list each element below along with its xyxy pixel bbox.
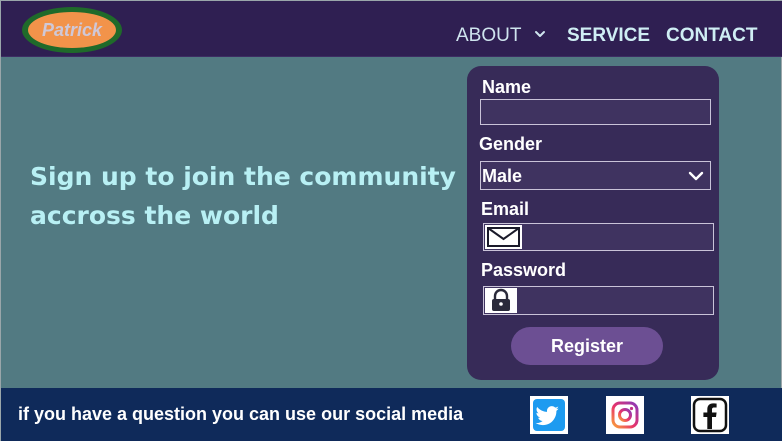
gender-selected-value: Male — [482, 166, 523, 186]
envelope-icon — [485, 225, 522, 249]
password-label: Password — [481, 260, 567, 280]
chevron-down-icon — [688, 171, 704, 181]
lock-icon — [485, 288, 517, 313]
logo-text: Patrick — [41, 20, 103, 40]
name-label: Name — [482, 77, 532, 97]
nav-contact-link[interactable]: CONTACT — [666, 25, 757, 47]
hero-line-2: accross the world — [30, 201, 279, 230]
instagram-icon[interactable] — [606, 396, 644, 434]
nav-service-link[interactable]: SERVICE — [567, 25, 650, 47]
nav-about-link[interactable]: ABOUT — [456, 25, 521, 47]
logo[interactable]: Patrick — [22, 7, 122, 53]
gender-label: Gender — [479, 134, 543, 154]
name-input[interactable] — [480, 99, 711, 125]
chevron-down-icon[interactable] — [533, 27, 547, 41]
twitter-icon[interactable] — [530, 396, 568, 434]
hero-line-1: Sign up to join the community — [30, 162, 456, 191]
email-input[interactable] — [483, 223, 714, 251]
footer-text: if you have a question you can use our s… — [18, 404, 464, 424]
footer-bar: if you have a question you can use our s… — [1, 388, 782, 441]
facebook-icon[interactable] — [691, 396, 729, 434]
email-label: Email — [481, 199, 530, 219]
gender-select[interactable]: Male — [480, 161, 711, 190]
header-bar: Patrick ABOUT SERVICE CONTACT — [1, 1, 782, 57]
password-input[interactable] — [483, 286, 714, 315]
hero-heading: Sign up to join the community accross th… — [30, 157, 456, 235]
logo-oval: Patrick — [28, 12, 116, 48]
register-button[interactable]: Register — [511, 327, 663, 365]
